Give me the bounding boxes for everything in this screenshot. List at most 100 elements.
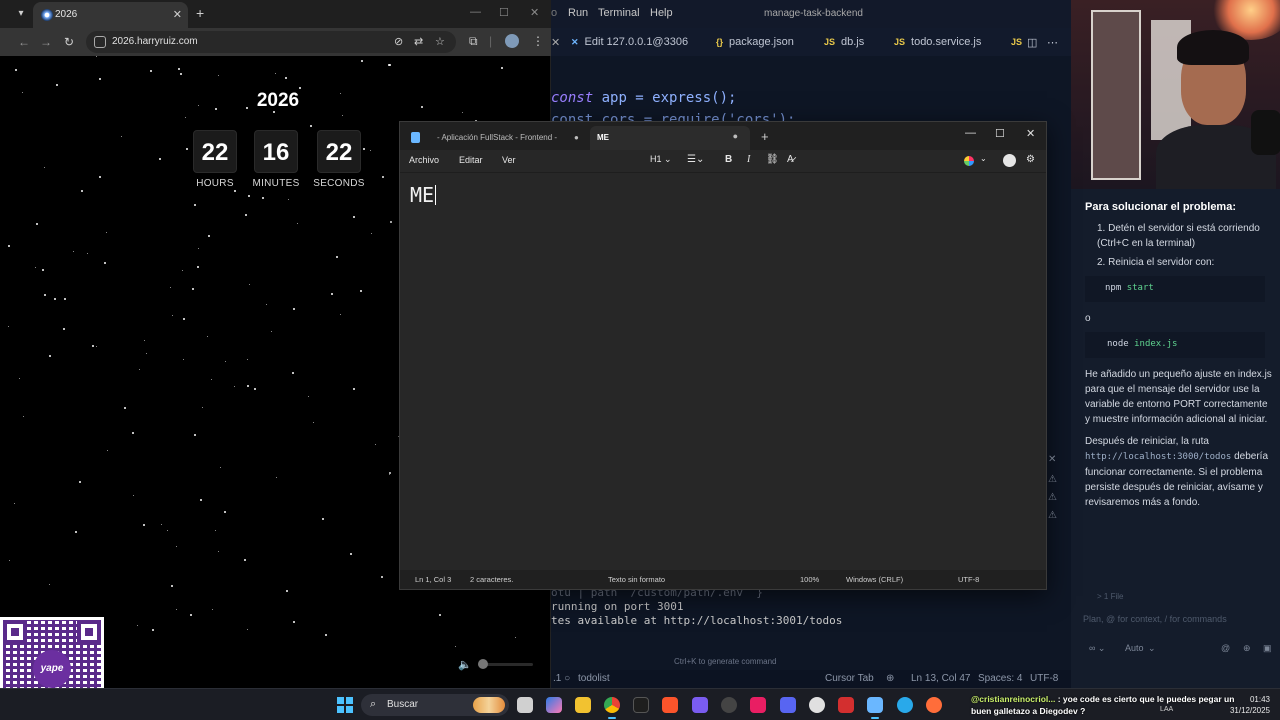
- cursor-app-icon[interactable]: [633, 697, 649, 713]
- bold-icon[interactable]: B: [725, 154, 732, 165]
- files-toggle[interactable]: > 1 File: [1097, 592, 1123, 601]
- close-panel-icon[interactable]: ✕: [1048, 454, 1056, 465]
- reload-button[interactable]: ↻: [64, 35, 74, 49]
- js-icon: JS: [1011, 37, 1023, 47]
- extensions-icon[interactable]: ⧉: [469, 34, 478, 49]
- status-cursor-tab[interactable]: Cursor Tab: [825, 673, 874, 684]
- infinity-icon[interactable]: ∞ ⌄: [1089, 643, 1105, 654]
- heading-select[interactable]: H1 ⌄: [650, 154, 672, 165]
- tab-db-js[interactable]: JS db.js: [824, 36, 864, 48]
- bookmark-star-icon[interactable]: ☆: [435, 35, 445, 48]
- app-icon[interactable]: [692, 697, 708, 713]
- translate-icon[interactable]: ⇄: [414, 35, 423, 48]
- status-workspace[interactable]: todolist: [578, 673, 610, 684]
- tab-search-button[interactable]: ▾: [12, 6, 30, 22]
- split-editor-icon[interactable]: ◫: [1027, 36, 1037, 49]
- menu-editar[interactable]: Editar: [459, 155, 483, 165]
- model-select[interactable]: Auto: [1125, 643, 1144, 653]
- settings-gear-icon[interactable]: ⚙: [1026, 154, 1035, 165]
- notepad-taskbar-icon[interactable]: [867, 697, 883, 719]
- notepad-tab-active[interactable]: ME ●: [590, 126, 750, 150]
- close-window-button[interactable]: ✕: [1026, 127, 1035, 140]
- copilot-app-icon[interactable]: [546, 697, 562, 713]
- star: [207, 336, 208, 337]
- site-info-icon[interactable]: [94, 36, 106, 48]
- minimize-button[interactable]: —: [470, 6, 481, 18]
- browser-tab[interactable]: 2026 ✕: [33, 2, 188, 28]
- status-encoding[interactable]: UTF-8: [1030, 673, 1058, 684]
- chevron-down-icon[interactable]: ⌄: [980, 154, 987, 163]
- volume-icon[interactable]: 🔈: [458, 658, 472, 671]
- chatgpt-icon[interactable]: [809, 697, 825, 713]
- star: [99, 176, 101, 178]
- close-window-button[interactable]: ✕: [530, 6, 539, 19]
- back-button[interactable]: ←: [18, 35, 30, 49]
- chat-paragraph-2: Después de reiniciar, la ruta http://loc…: [1085, 434, 1275, 510]
- notepad-tab-frontend[interactable]: - Aplicación FullStack - Frontend -: [437, 133, 557, 142]
- mention-icon[interactable]: @: [1221, 643, 1230, 653]
- countdown-year: 2026: [256, 90, 300, 111]
- status-branch[interactable]: .1 ○: [553, 673, 570, 684]
- task-view-icon[interactable]: [517, 697, 533, 713]
- star: [75, 531, 77, 533]
- system-clock[interactable]: 01:43 31/12/2025: [1222, 694, 1270, 716]
- forward-button[interactable]: →: [40, 35, 52, 49]
- new-tab-button[interactable]: +: [196, 5, 204, 21]
- account-icon[interactable]: [1003, 154, 1016, 167]
- globe-icon[interactable]: ⊕: [1243, 643, 1251, 654]
- star: [54, 298, 56, 300]
- maximize-button[interactable]: ☐: [499, 6, 509, 19]
- app-icon[interactable]: [838, 697, 854, 713]
- tab-overflow-icon[interactable]: ✕: [551, 36, 560, 49]
- star: [63, 328, 65, 330]
- code-block-node[interactable]: node index.js: [1085, 332, 1265, 358]
- chevron-down-icon[interactable]: ⌄: [1148, 643, 1156, 654]
- menu-terminal[interactable]: Terminal: [598, 7, 640, 19]
- tiktok-icon[interactable]: [750, 697, 766, 713]
- tab-more-js[interactable]: JS: [1011, 36, 1028, 48]
- telegram-icon[interactable]: [897, 697, 913, 713]
- address-bar[interactable]: 2026.harryruiz.com ⊘ ⇄ ☆: [86, 31, 456, 53]
- brave-icon[interactable]: [662, 697, 678, 713]
- status-indent[interactable]: Spaces: 4: [978, 673, 1022, 684]
- file-explorer-icon[interactable]: [575, 697, 591, 713]
- more-actions-icon[interactable]: ⋯: [1047, 36, 1058, 49]
- menu-ver[interactable]: Ver: [502, 155, 516, 165]
- image-icon[interactable]: ▣: [1263, 643, 1272, 654]
- star: [331, 293, 333, 295]
- clear-format-icon[interactable]: A̷: [787, 154, 794, 165]
- discord-icon[interactable]: [780, 697, 796, 713]
- notepad-text-area[interactable]: ME: [400, 172, 1046, 570]
- chrome-icon[interactable]: [604, 697, 620, 719]
- copilot-icon[interactable]: [964, 156, 974, 166]
- menu-archivo[interactable]: Archivo: [409, 155, 439, 165]
- github-icon[interactable]: [721, 697, 737, 713]
- status-position[interactable]: Ln 13, Col 47: [911, 673, 971, 684]
- eye-off-icon[interactable]: ⊘: [394, 35, 403, 48]
- new-tab-button[interactable]: +: [761, 129, 769, 144]
- taskbar-search[interactable]: ⌕ Buscar: [361, 694, 509, 716]
- tab-db-edit[interactable]: ✕ Edit 127.0.0.1@3306: [571, 36, 688, 48]
- menu-run[interactable]: Run: [568, 7, 588, 19]
- list-icon[interactable]: ☰⌄: [687, 154, 704, 165]
- italic-icon[interactable]: I: [747, 154, 750, 165]
- windows-start-icon[interactable]: [337, 697, 353, 713]
- maximize-button[interactable]: ☐: [995, 127, 1005, 140]
- warning-icon: ⚠: [1048, 510, 1057, 521]
- profile-avatar[interactable]: [505, 34, 519, 48]
- link-icon[interactable]: ⛓: [766, 154, 779, 165]
- keyboard-language[interactable]: LAA: [1160, 706, 1173, 713]
- chat-input[interactable]: Plan, @ for context, / for commands: [1083, 614, 1227, 624]
- app-icon[interactable]: [926, 697, 942, 713]
- code-line[interactable]: const app = express();: [551, 90, 736, 106]
- seconds-value: 22: [317, 130, 361, 173]
- tab-package-json[interactable]: {} package.json: [716, 36, 794, 48]
- menu-help[interactable]: Help: [650, 7, 673, 19]
- code-block-npm[interactable]: npm start: [1085, 276, 1265, 302]
- volume-slider-knob[interactable]: [478, 659, 488, 669]
- close-tab-icon[interactable]: ✕: [173, 8, 182, 21]
- browser-menu-icon[interactable]: ⋮: [532, 34, 544, 48]
- zoom-icon[interactable]: ⊕: [886, 673, 894, 684]
- tab-todo-service[interactable]: JS todo.service.js: [894, 36, 981, 48]
- minimize-button[interactable]: —: [965, 127, 976, 139]
